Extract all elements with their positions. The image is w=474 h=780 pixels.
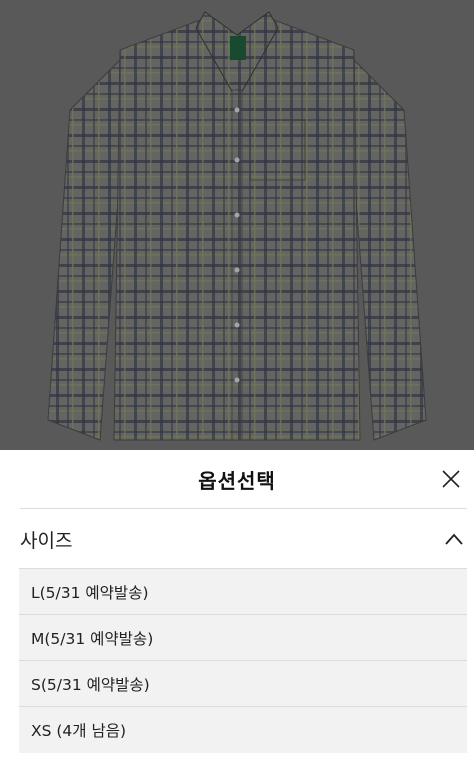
option-sheet: 옵션선택 사이즈 L(5/31 예약발송) M(5/31 예약발송) S(5/3… [0, 450, 474, 780]
dim-overlay[interactable] [0, 0, 474, 450]
size-option-m[interactable]: M(5/31 예약발송) [19, 615, 467, 661]
size-option-s[interactable]: S(5/31 예약발송) [19, 661, 467, 707]
size-option-l[interactable]: L(5/31 예약발송) [19, 569, 467, 615]
sheet-title: 옵션선택 [198, 468, 276, 493]
close-icon [442, 470, 460, 488]
divider [20, 508, 467, 509]
chevron-up-icon [445, 533, 463, 545]
close-button[interactable] [436, 464, 466, 494]
product-image [0, 0, 474, 450]
size-option-list: L(5/31 예약발송) M(5/31 예약발송) S(5/31 예약발송) X… [19, 568, 467, 753]
size-section-toggle[interactable]: 사이즈 [0, 510, 474, 568]
size-option-xs[interactable]: XS (4개 남음) [19, 707, 467, 753]
sheet-header: 옵션선택 [0, 450, 474, 508]
size-section-label: 사이즈 [20, 530, 73, 552]
